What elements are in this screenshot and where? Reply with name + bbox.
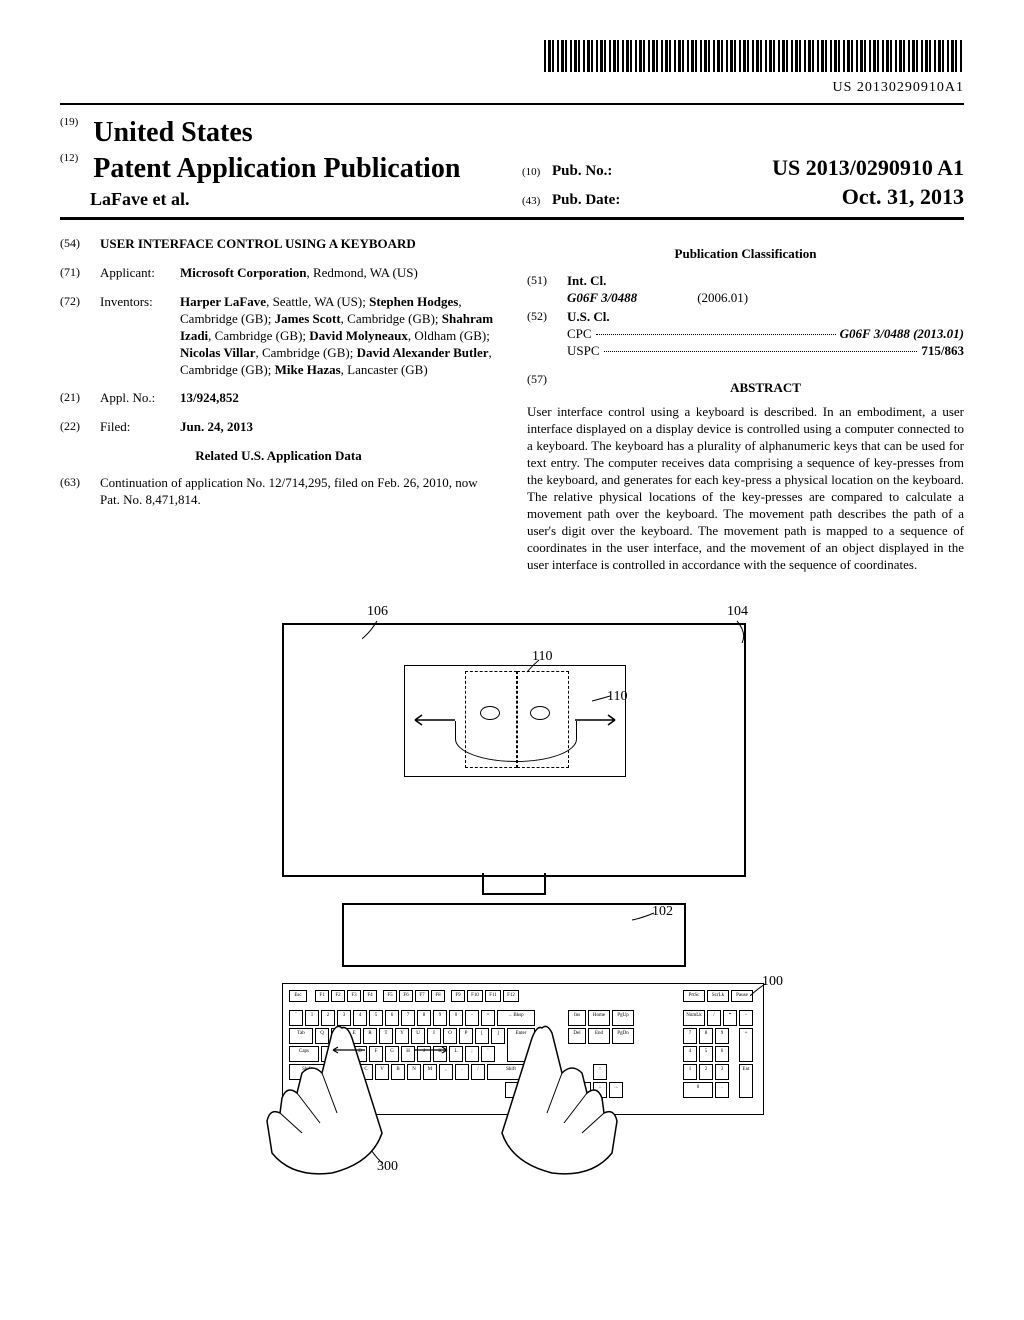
monitor-frame <box>282 623 746 877</box>
field-72: (72) Inventors: Harper LaFave, Seattle, … <box>60 294 497 378</box>
field-71: (71) Applicant: Microsoft Corporation, R… <box>60 265 497 282</box>
header: (19) United States (12) Patent Applicati… <box>60 115 964 211</box>
country: United States <box>93 117 252 148</box>
figure: 106 104 110 110 102 100 112 300 <box>60 603 964 1188</box>
divider-thick <box>60 217 964 220</box>
barcode-icon <box>544 40 964 72</box>
left-column: (54) USER INTERFACE CONTROL USING A KEYB… <box>60 236 497 573</box>
code-43: (43) <box>522 194 552 208</box>
code-12: (12) <box>60 151 90 165</box>
related-title: Related U.S. Application Data <box>60 448 497 465</box>
arrow-left-small-icon <box>330 1046 370 1054</box>
pub-type: Patent Application Publication <box>93 153 460 184</box>
field-54: (54) USER INTERFACE CONTROL USING A KEYB… <box>60 236 497 253</box>
field-63: (63) Continuation of application No. 12/… <box>60 475 497 509</box>
authors-line: LaFave et al. <box>90 189 189 209</box>
title: USER INTERFACE CONTROL USING A KEYBOARD <box>100 236 497 253</box>
pub-no: US 2013/0290910 A1 <box>772 154 964 183</box>
arrow-left-icon <box>410 714 460 726</box>
code-19: (19) <box>60 115 90 129</box>
arrow-right-icon <box>570 714 620 726</box>
hand-right-icon <box>452 1023 632 1183</box>
field-22: (22) Filed: Jun. 24, 2013 <box>60 419 497 436</box>
field-51: (51) Int. Cl. G06F 3/0488 (2006.01) <box>527 273 964 307</box>
classification-title: Publication Classification <box>527 246 964 263</box>
pubdate-label: Pub. Date: <box>552 191 620 211</box>
pubno-label: Pub. No.: <box>552 162 612 182</box>
abstract-title: ABSTRACT <box>567 380 964 397</box>
barcode-area: US 20130290910A1 <box>60 40 964 97</box>
right-column: Publication Classification (51) Int. Cl.… <box>527 236 964 573</box>
body: (54) USER INTERFACE CONTROL USING A KEYB… <box>60 236 964 573</box>
pub-date: Oct. 31, 2013 <box>842 183 964 212</box>
field-52: (52) U.S. Cl. CPC G06F 3/0488 (2013.01) … <box>527 309 964 360</box>
divider <box>60 103 964 105</box>
screen-window <box>404 665 626 777</box>
arrow-right-small-icon <box>412 1046 452 1054</box>
inventors: Harper LaFave, Seattle, WA (US); Stephen… <box>180 294 497 378</box>
field-21: (21) Appl. No.: 13/924,852 <box>60 390 497 407</box>
code-10: (10) <box>522 165 552 179</box>
doc-number: US 20130290910A1 <box>60 79 964 97</box>
monitor-stand <box>482 873 546 895</box>
abstract: User interface control using a keyboard … <box>527 404 964 573</box>
